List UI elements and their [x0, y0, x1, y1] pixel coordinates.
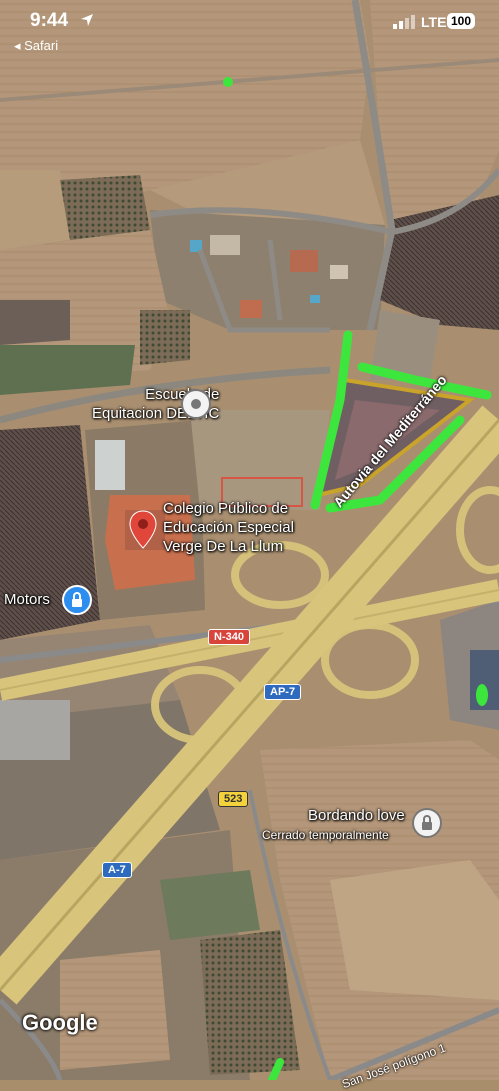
lock-icon[interactable]	[412, 808, 442, 838]
road-shield-a7: A-7	[102, 862, 132, 878]
back-to-safari-link[interactable]: ◂ Safari	[14, 38, 58, 54]
status-bar: 9:44 ◂ Safari LTE 100	[0, 0, 499, 60]
road-shield-n340: N-340	[208, 629, 250, 645]
lock-icon[interactable]	[62, 585, 92, 615]
status-time: 9:44	[30, 10, 69, 31]
network-type: LTE	[421, 14, 447, 30]
road-shield-523: 523	[218, 791, 249, 807]
place-label-motors[interactable]: Motors	[4, 590, 50, 609]
google-logo: Google	[22, 1010, 98, 1035]
location-arrow-icon	[81, 14, 93, 26]
battery-icon: 100	[447, 13, 476, 29]
signal-icon	[393, 15, 415, 29]
map-pin-icon[interactable]	[181, 389, 211, 419]
place-status-bordando: Cerrado temporalmente	[262, 828, 389, 842]
place-label-bordando[interactable]: Bordando love	[308, 806, 405, 825]
road-shield-ap7: AP-7	[264, 684, 302, 700]
school-pin-icon[interactable]	[128, 510, 158, 555]
place-label-colegio[interactable]: Colegio Público de Educación Especial Ve…	[163, 499, 294, 556]
